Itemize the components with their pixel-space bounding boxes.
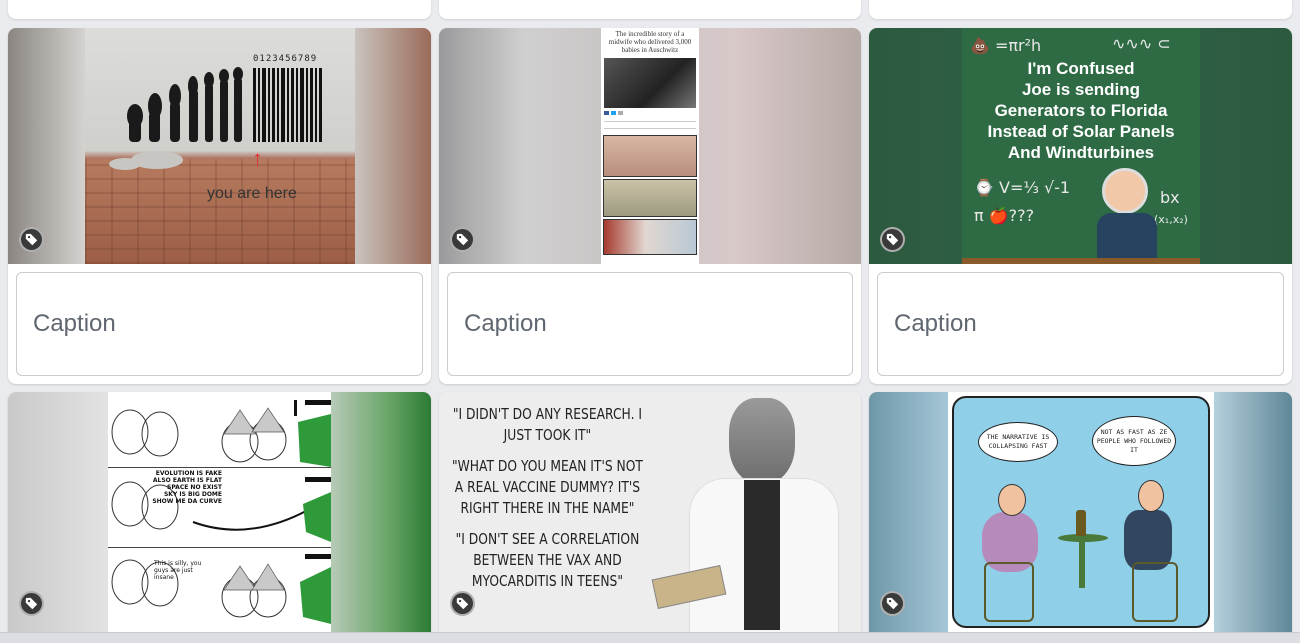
caption-input[interactable] [877, 272, 1284, 376]
tag-icon [886, 597, 899, 610]
comic-panel-2 [603, 179, 697, 217]
post-image-4[interactable]: EVOLUTION IS FAKE ALSO EARTH IS FLAT SPA… [8, 392, 431, 632]
post-card-6: THE NARRATIVE IS COLLAPSING FAST NOT AS … [869, 392, 1292, 632]
article-image: The incredible story of a midwife who de… [601, 28, 699, 264]
tag-button[interactable] [19, 227, 44, 252]
figure-right [1124, 510, 1172, 570]
panel-text-2: This is silly, you guys are just insane [154, 560, 202, 581]
image-text: you are here [207, 185, 297, 202]
post-card-3: 💩 =πr²h ∿∿∿ ⊂ I'm Confused Joe is sendin… [869, 28, 1292, 384]
top-card-3 [869, 0, 1292, 19]
bottom-bar [0, 632, 1300, 643]
chalkboard-image: 💩 =πr²h ∿∿∿ ⊂ I'm Confused Joe is sendin… [962, 28, 1200, 264]
tag-button[interactable] [880, 591, 905, 616]
npc-head [729, 398, 795, 484]
post-image-2[interactable]: The incredible story of a midwife who de… [439, 28, 861, 264]
comic-panel-1 [603, 135, 697, 177]
panel-text-1: EVOLUTION IS FAKE ALSO EARTH IS FLAT SPA… [152, 470, 222, 505]
caption-input[interactable] [16, 272, 423, 376]
post-card-5: "I DIDN'T DO ANY RESEARCH. I JUST TOOK I… [439, 392, 861, 632]
npc-doctor-image: "I DIDN'T DO ANY RESEARCH. I JUST TOOK I… [439, 392, 861, 632]
top-card-1 [8, 0, 431, 19]
speech-bubble-2: NOT AS FAST AS ZE PEOPLE WHO FOLLOWED IT [1092, 416, 1176, 466]
tag-icon [456, 597, 469, 610]
wojak-comic-image: EVOLUTION IS FAKE ALSO EARTH IS FLAT SPA… [108, 392, 331, 632]
tag-icon [886, 233, 899, 246]
post-card-1: 0123456789 ↑ you are here [8, 28, 431, 384]
post-image-3[interactable]: 💩 =πr²h ∿∿∿ ⊂ I'm Confused Joe is sendin… [869, 28, 1292, 264]
post-image-1[interactable]: 0123456789 ↑ you are here [8, 28, 431, 264]
quote-3: "I DON'T SEE A CORRELATION BETWEEN THE V… [455, 530, 640, 590]
speech-bubble-1: THE NARRATIVE IS COLLAPSING FAST [978, 422, 1058, 462]
post-image-6[interactable]: THE NARRATIVE IS COLLAPSING FAST NOT AS … [869, 392, 1292, 632]
evolution-image: 0123456789 ↑ you are here [85, 28, 355, 264]
post-image-5[interactable]: "I DIDN'T DO ANY RESEARCH. I JUST TOOK I… [439, 392, 861, 632]
image-text: I'm Confused Joe is sending Generators t… [987, 59, 1175, 162]
tag-button[interactable] [880, 227, 905, 252]
top-card-row [0, 0, 1300, 20]
avatar-character [1102, 168, 1148, 214]
tag-button[interactable] [450, 591, 475, 616]
cartoon-image: THE NARRATIVE IS COLLAPSING FAST NOT AS … [948, 392, 1214, 632]
tag-button[interactable] [19, 591, 44, 616]
tag-icon [25, 233, 38, 246]
arrow-up-icon: ↑ [252, 146, 263, 171]
share-icons [604, 111, 696, 115]
wine-bottle [1076, 510, 1086, 536]
quote-2: "WHAT DO YOU MEAN IT'S NOT A REAL VACCIN… [451, 457, 643, 517]
image-text: "I DIDN'T DO ANY RESEARCH. I JUST TOOK I… [447, 404, 648, 592]
tag-button[interactable] [450, 227, 475, 252]
post-card-4: EVOLUTION IS FAKE ALSO EARTH IS FLAT SPA… [8, 392, 431, 632]
top-card-2 [439, 0, 861, 19]
quote-1: "I DIDN'T DO ANY RESEARCH. I JUST TOOK I… [452, 405, 643, 444]
article-title: The incredible story of a midwife who de… [608, 30, 692, 54]
post-card-2: The incredible story of a midwife who de… [439, 28, 861, 384]
article-photo [604, 58, 696, 108]
comic-panel-3 [603, 219, 697, 255]
tag-icon [456, 233, 469, 246]
caption-input[interactable] [447, 272, 853, 376]
tag-icon [25, 597, 38, 610]
barcode-digits: 0123456789 [253, 54, 318, 64]
